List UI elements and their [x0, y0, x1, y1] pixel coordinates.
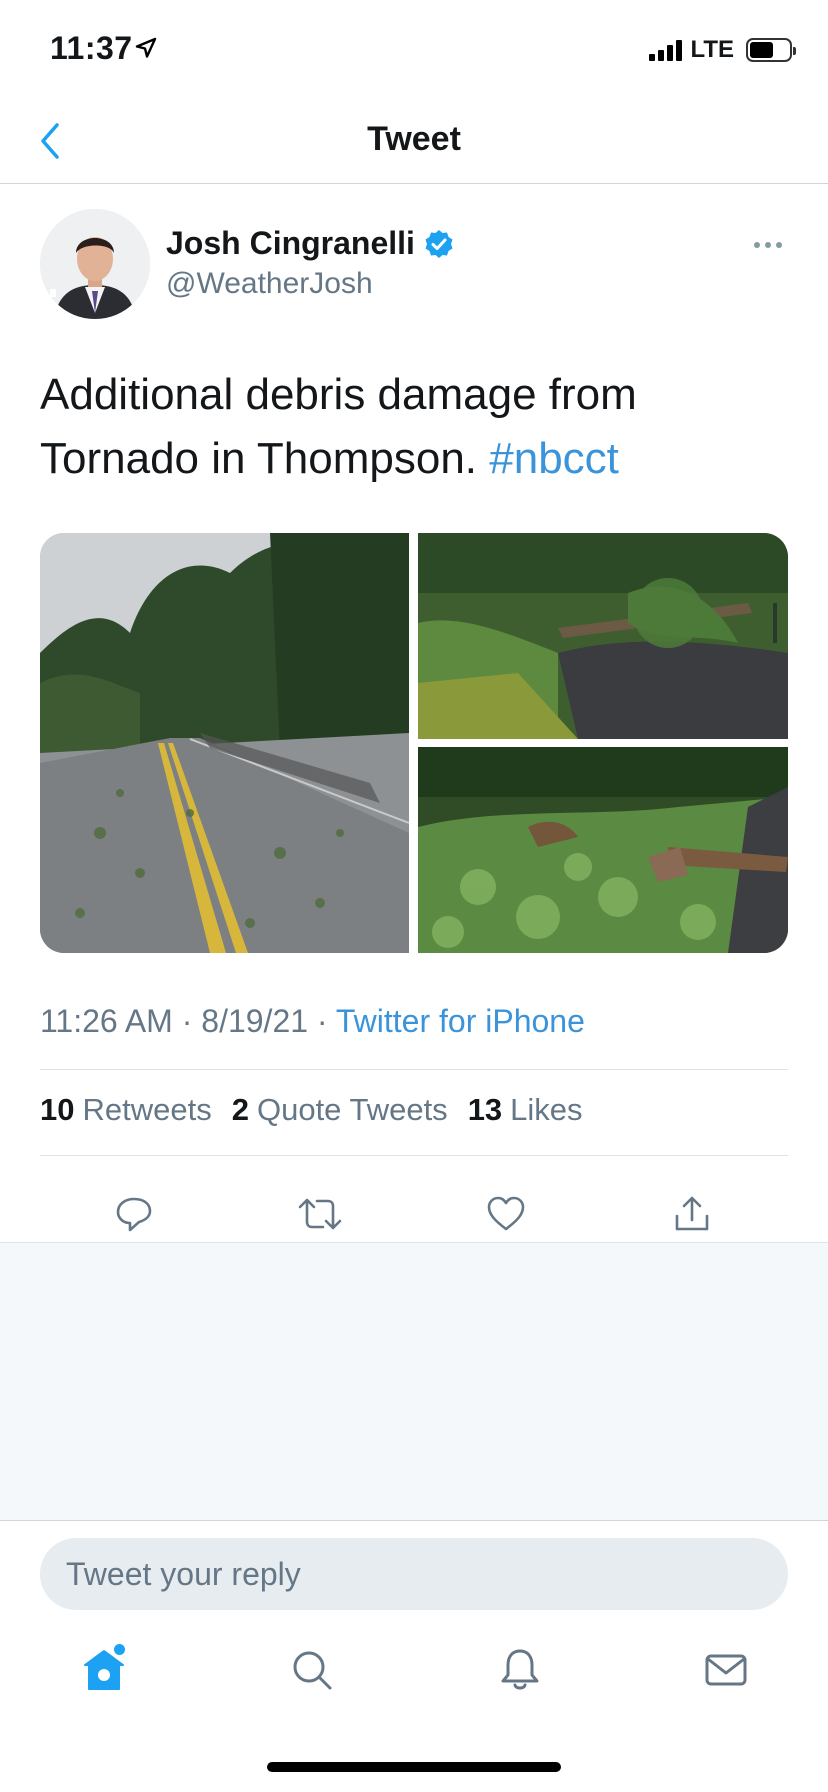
tweet-source-link[interactable]: Twitter for iPhone: [336, 1003, 585, 1039]
tweet-stats: 10 Retweets 2 Quote Tweets 13 Likes: [40, 1092, 583, 1128]
hashtag-link[interactable]: #nbcct: [489, 434, 619, 483]
avatar[interactable]: [40, 209, 150, 319]
network-type: LTE: [690, 36, 734, 63]
home-indicator[interactable]: [267, 1762, 561, 1772]
reply-icon: [116, 1197, 152, 1232]
retweet-icon: [298, 1198, 342, 1230]
author-handle[interactable]: @WeatherJosh: [166, 267, 373, 301]
quote-tweets-stat[interactable]: 2 Quote Tweets: [232, 1092, 448, 1128]
reply-composer[interactable]: [40, 1538, 788, 1610]
tweet-timestamp: 11:26 AM · 8/19/21 ·: [40, 1003, 336, 1039]
messages-icon: [705, 1654, 747, 1686]
signal-icon: [649, 39, 683, 61]
page-title: Tweet: [367, 120, 461, 158]
location-arrow-icon: [135, 37, 157, 58]
tweet-photo-debris[interactable]: [418, 747, 788, 953]
tweet-photo-road[interactable]: [40, 533, 409, 953]
media-grid: [40, 533, 788, 953]
verified-badge-icon: [425, 229, 453, 258]
notifications-icon: [501, 1649, 539, 1690]
home-icon: [84, 1650, 124, 1690]
reply-button[interactable]: [104, 1184, 164, 1244]
empty-replies-area: [0, 1242, 828, 1521]
retweets-stat[interactable]: 10 Retweets: [40, 1092, 212, 1128]
tweet-meta: 11:26 AM · 8/19/21 · Twitter for iPhone: [40, 1003, 585, 1040]
status-bar: 11:37 LTE: [0, 0, 828, 100]
share-icon: [675, 1196, 709, 1231]
nav-bar: Tweet: [0, 100, 828, 184]
tab-bar: [0, 1630, 828, 1720]
status-time: 11:37: [50, 30, 133, 66]
avatar-image: [40, 209, 150, 319]
tweet-photo-fallen-tree[interactable]: [418, 533, 788, 739]
tab-search[interactable]: [282, 1640, 342, 1700]
likes-stat[interactable]: 13 Likes: [468, 1092, 583, 1128]
tab-messages[interactable]: [696, 1640, 756, 1700]
like-button[interactable]: [476, 1184, 536, 1244]
tweet-text: Additional debris damage from Tornado in…: [40, 363, 800, 491]
author-name-row[interactable]: Josh Cingranelli: [166, 225, 455, 262]
divider: [40, 1155, 788, 1156]
tab-home[interactable]: [74, 1640, 134, 1700]
more-options-button[interactable]: [748, 235, 788, 255]
reply-input[interactable]: [40, 1538, 788, 1610]
search-icon: [293, 1651, 332, 1690]
display-name: Josh Cingranelli: [166, 225, 415, 261]
divider: [40, 1069, 788, 1070]
like-icon: [487, 1196, 525, 1231]
battery-icon: [746, 38, 796, 62]
status-indicators: LTE: [649, 36, 796, 64]
tab-notifications[interactable]: [490, 1640, 550, 1700]
share-button[interactable]: [662, 1184, 722, 1244]
retweet-button[interactable]: [290, 1184, 350, 1244]
